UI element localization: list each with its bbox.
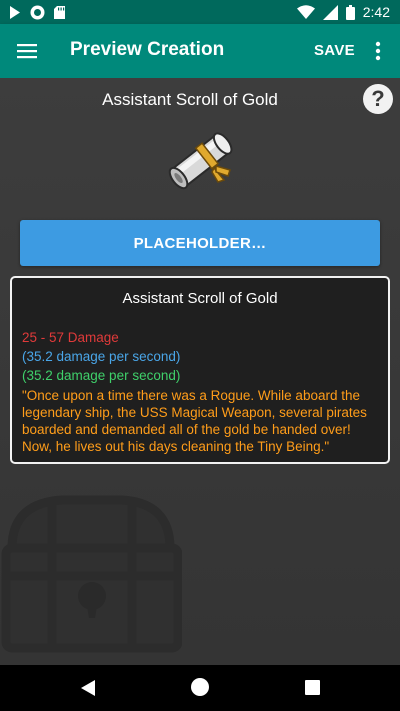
status-bar: 2:42 <box>0 0 400 24</box>
navigation-bar <box>0 665 400 711</box>
card-title: Assistant Scroll of Gold <box>122 290 278 307</box>
clock-time: 2:42 <box>362 4 390 20</box>
recents-icon[interactable] <box>305 680 320 695</box>
placeholder-button[interactable]: PLACEHOLDER… <box>20 220 380 266</box>
signal-icon <box>322 4 338 20</box>
home-icon[interactable] <box>191 678 209 696</box>
back-icon[interactable] <box>80 679 96 697</box>
dps-text-blue: (35.2 damage per second) <box>22 349 181 364</box>
scroll-item-icon <box>168 132 233 190</box>
story-text: "Once upon a time there was a Rogue. Whi… <box>22 388 367 454</box>
circle-app-icon <box>30 5 45 19</box>
main-content: Assistant Scroll of Gold ? PLACEHOLDER… … <box>0 78 400 665</box>
save-button[interactable]: SAVE <box>314 42 355 59</box>
play-store-icon <box>10 5 20 19</box>
dps-text-green: (35.2 damage per second) <box>22 368 181 383</box>
treasure-chest-watermark-icon <box>1 495 182 653</box>
system-icons: 2:42 <box>296 3 390 21</box>
damage-text: 25 - 57 Damage <box>22 330 119 345</box>
hamburger-menu-icon[interactable] <box>12 36 42 66</box>
wifi-icon <box>296 4 315 19</box>
app-bar: Preview Creation SAVE <box>0 24 400 78</box>
notification-icons <box>8 4 66 20</box>
app-title: Preview Creation <box>70 39 225 60</box>
more-vert-icon[interactable] <box>368 38 388 64</box>
help-button[interactable]: ? <box>363 84 393 114</box>
item-title: Assistant Scroll of Gold <box>102 90 278 109</box>
battery-icon <box>345 4 355 20</box>
sd-card-icon <box>54 5 65 19</box>
item-info-card: Assistant Scroll of Gold 25 - 57 Damage … <box>10 276 390 464</box>
